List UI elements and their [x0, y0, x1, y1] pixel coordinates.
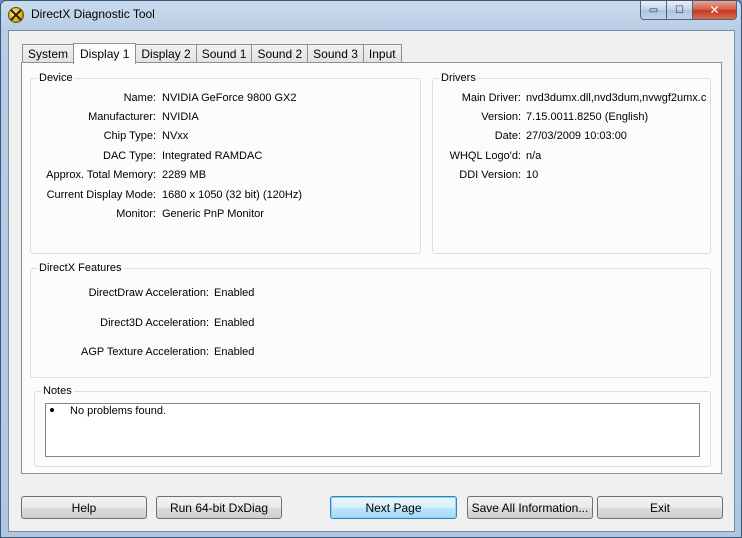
tab-display-2[interactable]: Display 2	[135, 44, 197, 63]
device-manufacturer-value: NVIDIA	[162, 111, 199, 123]
device-monitor-label: Monitor:	[116, 208, 156, 220]
driver-version-label: Version:	[481, 111, 521, 123]
agp-value: Enabled	[214, 346, 255, 358]
device-memory-value: 2289 MB	[162, 169, 207, 181]
main-driver-value: nvd3dumx.dll,nvd3dum,nvwgf2umx.c	[526, 92, 707, 104]
next-page-button[interactable]: Next Page	[330, 496, 457, 519]
directdraw-value: Enabled	[214, 287, 255, 299]
tab-sound-3[interactable]: Sound 3	[307, 44, 364, 63]
device-row-display-mode: Current Display Mode: 1680 x 1050 (32 bi…	[31, 189, 420, 203]
agp-label: AGP Texture Acceleration:	[81, 346, 209, 358]
device-row-memory: Approx. Total Memory: 2289 MB	[31, 169, 420, 183]
ddi-version-label: DDI Version:	[459, 169, 521, 181]
feature-row-agp: AGP Texture Acceleration: Enabled	[31, 346, 710, 360]
direct3d-label: Direct3D Acceleration:	[100, 317, 209, 329]
device-name-value: NVIDIA GeForce 9800 GX2	[162, 92, 297, 104]
maximize-button[interactable]: ☐	[667, 1, 693, 20]
title-bar[interactable]: DirectX Diagnostic Tool ▭ ☐ ✕	[1, 1, 741, 29]
tab-panel-display-1: Device Name: NVIDIA GeForce 9800 GX2 Man…	[21, 62, 722, 474]
close-icon: ✕	[709, 3, 720, 17]
whql-label: WHQL Logo'd:	[449, 150, 521, 162]
drivers-row-version: Version: 7.15.0011.8250 (English)	[433, 111, 710, 125]
device-group-title: Device	[37, 72, 75, 84]
driver-version-value: 7.15.0011.8250 (English)	[526, 111, 649, 123]
driver-date-value: 27/03/2009 10:03:00	[526, 130, 627, 142]
drivers-group-title: Drivers	[439, 72, 478, 84]
maximize-icon: ☐	[675, 4, 684, 16]
driver-date-label: Date:	[494, 130, 521, 142]
tab-display-1[interactable]: Display 1	[73, 43, 137, 64]
device-monitor-value: Generic PnP Monitor	[162, 208, 264, 220]
dxdiag-window: DirectX Diagnostic Tool ▭ ☐ ✕ System Dis…	[0, 0, 742, 538]
directx-features-group: DirectX Features DirectDraw Acceleration…	[30, 262, 711, 378]
device-row-dac-type: DAC Type: Integrated RAMDAC	[31, 150, 420, 164]
device-manufacturer-label: Manufacturer:	[88, 111, 156, 123]
device-group: Device Name: NVIDIA GeForce 9800 GX2 Man…	[30, 72, 421, 254]
feature-row-directdraw: DirectDraw Acceleration: Enabled	[31, 287, 710, 301]
device-chip-type-label: Chip Type:	[103, 130, 156, 142]
save-all-information-button[interactable]: Save All Information...	[467, 496, 593, 519]
tab-strip: System Display 1 Display 2 Sound 1 Sound…	[22, 42, 402, 64]
device-chip-type-value: NVxx	[162, 130, 189, 142]
whql-value: n/a	[526, 150, 542, 162]
direct3d-value: Enabled	[214, 317, 255, 329]
exit-button[interactable]: Exit	[597, 496, 723, 519]
tab-sound-2[interactable]: Sound 2	[251, 44, 309, 63]
notes-item: No problems found.	[70, 405, 166, 417]
main-driver-label: Main Driver:	[461, 92, 521, 104]
device-row-manufacturer: Manufacturer: NVIDIA	[31, 111, 420, 125]
caption-buttons: ▭ ☐ ✕	[640, 1, 737, 21]
drivers-row-ddi-version: DDI Version: 10	[433, 169, 710, 183]
tab-system[interactable]: System	[22, 44, 75, 63]
drivers-group: Drivers Main Driver: nvd3dumx.dll,nvd3du…	[432, 72, 711, 254]
notes-textbox[interactable]: No problems found.	[45, 403, 700, 457]
feature-row-direct3d: Direct3D Acceleration: Enabled	[31, 317, 710, 331]
directx-app-icon	[8, 7, 24, 23]
notes-group: Notes No problems found.	[34, 385, 711, 467]
notes-title: Notes	[41, 385, 74, 397]
tab-sound-1[interactable]: Sound 1	[195, 44, 253, 63]
directx-features-title: DirectX Features	[37, 262, 124, 274]
device-memory-label: Approx. Total Memory:	[46, 169, 156, 181]
drivers-row-main-driver: Main Driver: nvd3dumx.dll,nvd3dum,nvwgf2…	[433, 92, 710, 106]
drivers-row-date: Date: 27/03/2009 10:03:00	[433, 130, 710, 144]
help-button[interactable]: Help	[21, 496, 147, 519]
close-button[interactable]: ✕	[693, 1, 737, 20]
run-64-bit-dxdiag-button[interactable]: Run 64-bit DxDiag	[156, 496, 282, 519]
device-name-label: Name:	[123, 92, 156, 104]
bullet-icon	[50, 408, 54, 412]
device-display-mode-value: 1680 x 1050 (32 bit) (120Hz)	[162, 189, 303, 201]
directdraw-label: DirectDraw Acceleration:	[88, 287, 209, 299]
device-row-name: Name: NVIDIA GeForce 9800 GX2	[31, 92, 420, 106]
device-row-chip-type: Chip Type: NVxx	[31, 130, 420, 144]
ddi-version-value: 10	[526, 169, 539, 181]
minimize-icon: ▭	[648, 4, 659, 16]
device-display-mode-label: Current Display Mode:	[46, 189, 156, 201]
tab-input[interactable]: Input	[362, 44, 402, 63]
device-row-monitor: Monitor: Generic PnP Monitor	[31, 208, 420, 222]
client-area: System Display 1 Display 2 Sound 1 Sound…	[8, 30, 735, 532]
minimize-button[interactable]: ▭	[640, 1, 667, 20]
device-dac-type-value: Integrated RAMDAC	[162, 150, 263, 162]
window-title: DirectX Diagnostic Tool	[31, 7, 155, 21]
drivers-row-whql: WHQL Logo'd: n/a	[433, 150, 710, 164]
device-dac-type-label: DAC Type:	[103, 150, 156, 162]
